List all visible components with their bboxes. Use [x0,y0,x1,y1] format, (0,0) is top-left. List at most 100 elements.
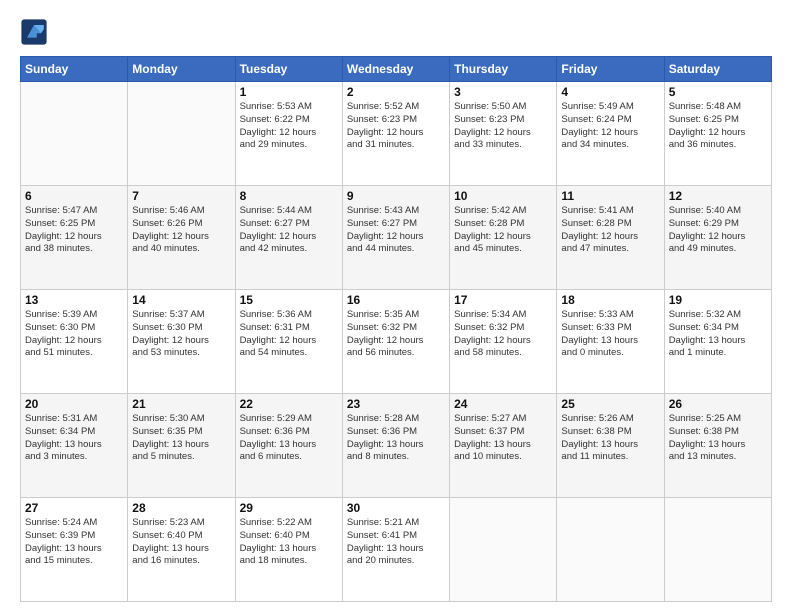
day-number: 6 [25,189,123,203]
day-number: 11 [561,189,659,203]
calendar-cell [128,82,235,186]
day-number: 28 [132,501,230,515]
day-number: 23 [347,397,445,411]
day-detail: Sunrise: 5:52 AM Sunset: 6:23 PM Dayligh… [347,101,445,152]
day-number: 12 [669,189,767,203]
calendar-table: SundayMondayTuesdayWednesdayThursdayFrid… [20,56,772,602]
calendar-cell: 10Sunrise: 5:42 AM Sunset: 6:28 PM Dayli… [450,186,557,290]
day-detail: Sunrise: 5:34 AM Sunset: 6:32 PM Dayligh… [454,309,552,360]
calendar-cell: 18 Sunrise: 5:33 AM Sunset: 6:33 PM Dayli… [557,290,664,394]
day-number: 8 [240,189,338,203]
day-detail: Sunrise: 5:27 AM Sunset: 6:37 PM Dayligh… [454,413,552,464]
calendar-cell: 20 Sunrise: 5:31 AM Sunset: 6:34 PM Dayli… [21,394,128,498]
day-number: 21 [132,397,230,411]
day-number: 9 [347,189,445,203]
day-detail: Sunrise: 5:42 AM Sunset: 6:28 PM Dayligh… [454,205,552,256]
calendar-cell: 27 Sunrise: 5:24 AM Sunset: 6:39 PM Dayli… [21,498,128,602]
day-number: 5 [669,85,767,99]
calendar-cell: 21 Sunrise: 5:30 AM Sunset: 6:35 PM Dayli… [128,394,235,498]
day-number: 19 [669,293,767,307]
weekday-header-row: SundayMondayTuesdayWednesdayThursdayFrid… [21,57,772,82]
day-detail: Sunrise: 5:36 AM Sunset: 6:31 PM Dayligh… [240,309,338,360]
day-detail: Sunrise: 5:33 AM Sunset: 6:33 PM Dayligh… [561,309,659,360]
day-detail: Sunrise: 5:53 AM Sunset: 6:22 PM Dayligh… [240,101,338,152]
calendar-cell: 1 Sunrise: 5:53 AM Sunset: 6:22 PM Daylig… [235,82,342,186]
day-detail: Sunrise: 5:30 AM Sunset: 6:35 PM Dayligh… [132,413,230,464]
day-detail: Sunrise: 5:24 AM Sunset: 6:39 PM Dayligh… [25,517,123,568]
day-detail: Sunrise: 5:35 AM Sunset: 6:32 PM Dayligh… [347,309,445,360]
day-detail: Sunrise: 5:40 AM Sunset: 6:29 PM Dayligh… [669,205,767,256]
calendar-cell: 8 Sunrise: 5:44 AM Sunset: 6:27 PM Daylig… [235,186,342,290]
calendar-cell: 4 Sunrise: 5:49 AM Sunset: 6:24 PM Daylig… [557,82,664,186]
day-number: 2 [347,85,445,99]
day-detail: Sunrise: 5:22 AM Sunset: 6:40 PM Dayligh… [240,517,338,568]
day-detail: Sunrise: 5:50 AM Sunset: 6:23 PM Dayligh… [454,101,552,152]
calendar-cell: 6 Sunrise: 5:47 AM Sunset: 6:25 PM Daylig… [21,186,128,290]
calendar-cell [664,498,771,602]
header [20,18,772,46]
calendar-cell: 13 Sunrise: 5:39 AM Sunset: 6:30 PM Dayli… [21,290,128,394]
day-number: 25 [561,397,659,411]
day-number: 20 [25,397,123,411]
weekday-header-thursday: Thursday [450,57,557,82]
calendar-cell: 16 Sunrise: 5:35 AM Sunset: 6:32 PM Dayli… [342,290,449,394]
day-number: 22 [240,397,338,411]
calendar-cell [21,82,128,186]
calendar-week-2: 6 Sunrise: 5:47 AM Sunset: 6:25 PM Daylig… [21,186,772,290]
day-detail: Sunrise: 5:39 AM Sunset: 6:30 PM Dayligh… [25,309,123,360]
day-number: 16 [347,293,445,307]
day-number: 17 [454,293,552,307]
day-detail: Sunrise: 5:23 AM Sunset: 6:40 PM Dayligh… [132,517,230,568]
day-number: 30 [347,501,445,515]
day-number: 15 [240,293,338,307]
calendar-cell [557,498,664,602]
day-detail: Sunrise: 5:31 AM Sunset: 6:34 PM Dayligh… [25,413,123,464]
calendar-cell: 28 Sunrise: 5:23 AM Sunset: 6:40 PM Dayli… [128,498,235,602]
day-number: 4 [561,85,659,99]
day-number: 3 [454,85,552,99]
day-number: 18 [561,293,659,307]
logo [20,18,50,46]
calendar-cell: 23 Sunrise: 5:28 AM Sunset: 6:36 PM Dayli… [342,394,449,498]
calendar-cell: 25Sunrise: 5:26 AM Sunset: 6:38 PM Dayli… [557,394,664,498]
calendar-cell: 22 Sunrise: 5:29 AM Sunset: 6:36 PM Dayli… [235,394,342,498]
day-detail: Sunrise: 5:25 AM Sunset: 6:38 PM Dayligh… [669,413,767,464]
calendar-cell: 2 Sunrise: 5:52 AM Sunset: 6:23 PM Daylig… [342,82,449,186]
day-detail: Sunrise: 5:47 AM Sunset: 6:25 PM Dayligh… [25,205,123,256]
day-detail: Sunrise: 5:32 AM Sunset: 6:34 PM Dayligh… [669,309,767,360]
day-number: 24 [454,397,552,411]
day-detail: Sunrise: 5:21 AM Sunset: 6:41 PM Dayligh… [347,517,445,568]
weekday-header-monday: Monday [128,57,235,82]
day-number: 27 [25,501,123,515]
calendar-cell: 15 Sunrise: 5:36 AM Sunset: 6:31 PM Dayli… [235,290,342,394]
day-detail: Sunrise: 5:43 AM Sunset: 6:27 PM Dayligh… [347,205,445,256]
calendar-week-3: 13 Sunrise: 5:39 AM Sunset: 6:30 PM Dayli… [21,290,772,394]
calendar-week-5: 27 Sunrise: 5:24 AM Sunset: 6:39 PM Dayli… [21,498,772,602]
day-detail: Sunrise: 5:48 AM Sunset: 6:25 PM Dayligh… [669,101,767,152]
day-detail: Sunrise: 5:49 AM Sunset: 6:24 PM Dayligh… [561,101,659,152]
day-number: 14 [132,293,230,307]
day-number: 1 [240,85,338,99]
calendar-cell: 12 Sunrise: 5:40 AM Sunset: 6:29 PM Dayli… [664,186,771,290]
day-detail: Sunrise: 5:41 AM Sunset: 6:28 PM Dayligh… [561,205,659,256]
day-number: 29 [240,501,338,515]
calendar-cell: 14Sunrise: 5:37 AM Sunset: 6:30 PM Dayli… [128,290,235,394]
weekday-header-saturday: Saturday [664,57,771,82]
calendar-cell: 17 Sunrise: 5:34 AM Sunset: 6:32 PM Dayli… [450,290,557,394]
weekday-header-friday: Friday [557,57,664,82]
calendar-cell: 3 Sunrise: 5:50 AM Sunset: 6:23 PM Daylig… [450,82,557,186]
day-detail: Sunrise: 5:29 AM Sunset: 6:36 PM Dayligh… [240,413,338,464]
calendar-week-4: 20 Sunrise: 5:31 AM Sunset: 6:34 PM Dayli… [21,394,772,498]
calendar-cell: 7Sunrise: 5:46 AM Sunset: 6:26 PM Daylig… [128,186,235,290]
calendar-cell: 29 Sunrise: 5:22 AM Sunset: 6:40 PM Dayli… [235,498,342,602]
calendar-cell: 30 Sunrise: 5:21 AM Sunset: 6:41 PM Dayli… [342,498,449,602]
day-detail: Sunrise: 5:44 AM Sunset: 6:27 PM Dayligh… [240,205,338,256]
day-detail: Sunrise: 5:28 AM Sunset: 6:36 PM Dayligh… [347,413,445,464]
day-number: 26 [669,397,767,411]
day-number: 13 [25,293,123,307]
day-detail: Sunrise: 5:46 AM Sunset: 6:26 PM Dayligh… [132,205,230,256]
calendar-cell: 9 Sunrise: 5:43 AM Sunset: 6:27 PM Daylig… [342,186,449,290]
calendar-cell: 24 Sunrise: 5:27 AM Sunset: 6:37 PM Dayli… [450,394,557,498]
calendar-cell: 11 Sunrise: 5:41 AM Sunset: 6:28 PM Dayli… [557,186,664,290]
calendar-cell: 26 Sunrise: 5:25 AM Sunset: 6:38 PM Dayli… [664,394,771,498]
